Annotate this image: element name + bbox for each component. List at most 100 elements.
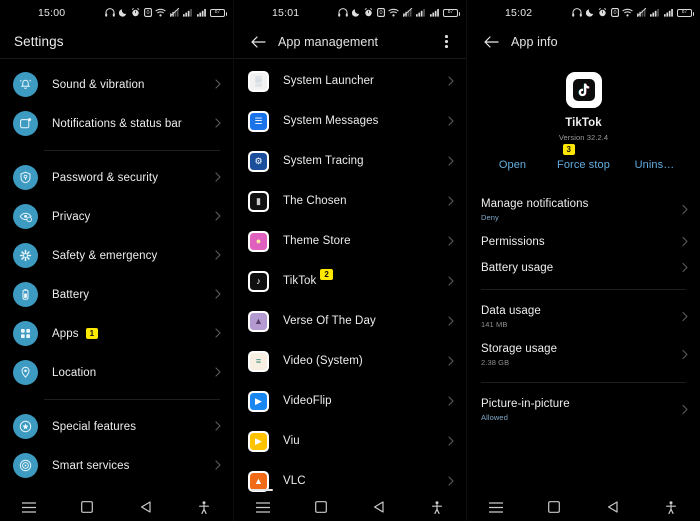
info-row-manage-notifications[interactable]: Manage notifications Deny [467, 191, 700, 229]
app-row-videoflip[interactable]: ▶ VideoFlip [234, 381, 466, 421]
home-square-icon[interactable] [309, 495, 333, 519]
settings-row-label: Password & security [52, 171, 159, 184]
back-triangle-icon[interactable] [601, 495, 625, 519]
back-triangle-icon[interactable] [367, 495, 391, 519]
info-row-picture-in-picture[interactable]: Picture-in-picture Allowed [467, 391, 700, 429]
app-row-label: System Launcher [283, 75, 374, 87]
overflow-menu-icon[interactable] [441, 31, 452, 52]
chevron-right-icon [215, 288, 221, 301]
do-not-disturb-moon-icon [118, 8, 128, 17]
app-row-theme-store[interactable]: ● Theme Store [234, 221, 466, 261]
settings-row-location[interactable]: Location [0, 353, 233, 392]
back-arrow-icon[interactable] [481, 32, 501, 52]
settings-row-safety-emergency[interactable]: Safety & emergency [0, 236, 233, 275]
annotation-badge: 2 [320, 269, 333, 281]
page-title: Settings [14, 34, 64, 49]
headphones-icon [572, 8, 582, 17]
settings-row-apps[interactable]: Apps 1 [0, 314, 233, 353]
app-row-system-launcher[interactable]: ▒ System Launcher [234, 61, 466, 101]
accessibility-icon[interactable] [425, 495, 449, 519]
status-bar-1: 15:00 0 87 [0, 0, 233, 25]
info-row-storage-usage[interactable]: Storage usage 2.38 GB [467, 336, 700, 374]
signal-sim1-icon [650, 8, 660, 17]
status-icons: 0 87 [105, 8, 227, 17]
settings-row-label: Battery [52, 288, 90, 301]
panel-app-management: 15:01 0 87 App management ▒ System Launc… [233, 0, 467, 521]
settings-row-sound-vibration[interactable]: Sound & vibration [0, 65, 233, 104]
nfc-icon: 0 [143, 8, 152, 17]
action-label: Unins… [634, 159, 675, 171]
chevron-right-icon [448, 315, 454, 328]
settings-row-label: Privacy [52, 210, 91, 223]
info-row-permissions[interactable]: Permissions [467, 229, 700, 255]
info-row-subtitle: Deny [481, 213, 499, 222]
back-arrow-icon[interactable] [248, 32, 268, 52]
location-pin-icon [13, 360, 38, 385]
home-square-icon[interactable] [75, 495, 99, 519]
settings-row-label: Safety & emergency [52, 249, 158, 262]
battery-status-icon: 87 [210, 8, 227, 17]
chevron-right-icon [448, 435, 454, 448]
app-row-label: Viu [283, 435, 300, 447]
app-row-video-system[interactable]: ≡ Video (System) [234, 341, 466, 381]
signal-sim2-icon [663, 8, 674, 17]
settings-row-privacy[interactable]: Privacy [0, 197, 233, 236]
privacy-eye-icon [13, 204, 38, 229]
do-not-disturb-moon-icon [351, 8, 361, 17]
annotation-badge: 3 [562, 144, 576, 156]
back-triangle-icon[interactable] [134, 495, 158, 519]
action-force-stop[interactable]: 3 Force stop [548, 144, 619, 171]
signal-sim2-icon [429, 8, 440, 17]
app-row-verse-of-the-day[interactable]: ▲ Verse Of The Day [234, 301, 466, 341]
settings-list: Sound & vibration Notifications & status … [0, 59, 233, 485]
settings-row-battery[interactable]: Battery [0, 275, 233, 314]
videoflip-icon: ▶ [248, 390, 269, 412]
page-title: App info [511, 34, 558, 49]
app-row-label: System Messages [283, 115, 379, 127]
action-open[interactable]: Open [477, 159, 548, 171]
scroll-indicator [251, 489, 273, 491]
action-label: Open [498, 159, 527, 171]
chevron-right-icon [215, 459, 221, 472]
info-row-battery-usage[interactable]: Battery usage [467, 255, 700, 281]
app-row-system-tracing[interactable]: ⚙ System Tracing [234, 141, 466, 181]
chevron-right-icon [215, 210, 221, 223]
settings-row-password-security[interactable]: Password & security [0, 158, 233, 197]
settings-row-notifications-status-bar[interactable]: Notifications & status bar [0, 104, 233, 143]
settings-row-label: Smart services [52, 459, 130, 472]
app-row-viu[interactable]: ▶ Viu [234, 421, 466, 461]
apps-grid-icon [13, 321, 38, 346]
the-chosen-icon: ▮ [248, 190, 269, 212]
app-row-tiktok[interactable]: ♪ TikTok 2 [234, 261, 466, 301]
info-row-data-usage[interactable]: Data usage 141 MB [467, 298, 700, 336]
accessibility-icon[interactable] [659, 495, 683, 519]
chevron-right-icon [448, 155, 454, 168]
settings-row-smart-services[interactable]: Smart services [0, 446, 233, 485]
action-unins[interactable]: Unins… [619, 159, 690, 171]
do-not-disturb-moon-icon [585, 8, 595, 17]
app-row-system-messages[interactable]: ☰ System Messages [234, 101, 466, 141]
smart-services-icon [13, 453, 38, 478]
app-hero: TikTok Version 32.2.4 [467, 58, 700, 142]
wifi-icon [622, 8, 633, 17]
accessibility-icon[interactable] [192, 495, 216, 519]
recents-menu-icon[interactable] [17, 495, 41, 519]
settings-row-special-features[interactable]: Special features [0, 407, 233, 446]
settings-row-label: Apps [52, 327, 79, 340]
app-list: ▒ System Launcher ☰ System Messages ⚙ System … [234, 59, 466, 501]
status-time: 15:00 [38, 6, 66, 19]
system-tracing-icon: ⚙ [248, 150, 269, 172]
tiktok-icon [565, 72, 602, 108]
chevron-right-icon [448, 75, 454, 88]
home-square-icon[interactable] [542, 495, 566, 519]
app-action-buttons: Open 3 Force stop Unins… [467, 144, 700, 171]
chevron-right-icon [448, 395, 454, 408]
system-launcher-icon: ▒ [248, 70, 269, 92]
recents-menu-icon[interactable] [484, 495, 508, 519]
info-row-title: Permissions [481, 236, 545, 248]
app-row-the-chosen[interactable]: ▮ The Chosen [234, 181, 466, 221]
recents-menu-icon[interactable] [251, 495, 275, 519]
settings-row-label: Special features [52, 420, 137, 433]
app-row-label: VideoFlip [283, 395, 332, 407]
chevron-right-icon [215, 327, 221, 340]
